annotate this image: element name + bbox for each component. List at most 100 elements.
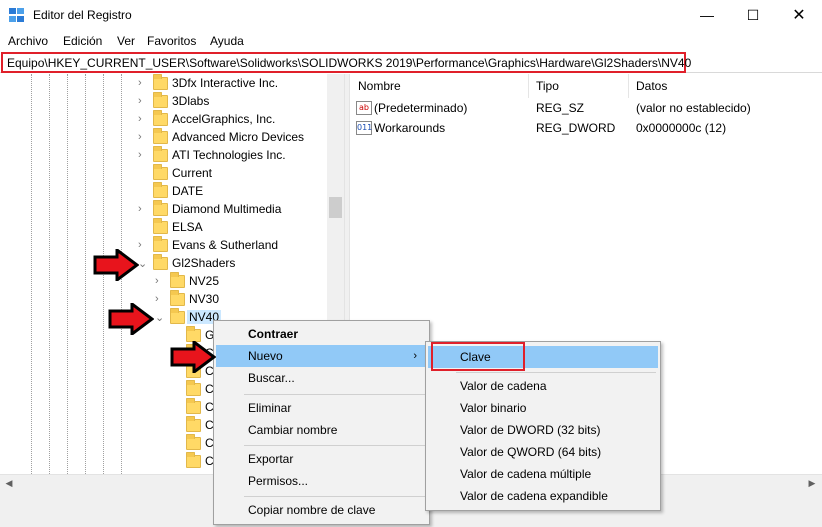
folder-icon <box>186 434 201 450</box>
tree-item-label: Current <box>172 166 213 180</box>
folder-icon <box>153 236 168 252</box>
menu-item-exportar[interactable]: Exportar <box>216 448 427 470</box>
folder-icon <box>170 272 185 288</box>
annotation-arrow-icon <box>108 303 154 335</box>
tree-item-label: DATE <box>172 184 204 198</box>
expand-arrow-icon[interactable]: › <box>155 275 159 287</box>
folder-icon <box>170 308 185 324</box>
value-type: REG_SZ <box>536 101 585 115</box>
tree-item-label: 3Dlabs <box>172 94 210 108</box>
tree-item-label: AccelGraphics, Inc. <box>172 112 276 126</box>
submenu-item-valor-qword[interactable]: Valor de QWORD (64 bits) <box>428 441 658 463</box>
submenu-item-valor-binario[interactable]: Valor binario <box>428 397 658 419</box>
tree-guide-line <box>85 74 86 474</box>
menu-bar: Archivo Edición Ver Favoritos Ayuda <box>0 31 822 51</box>
annotation-arrow-icon <box>93 249 139 281</box>
context-menu: Contraer Nuevo › Buscar... Eliminar Camb… <box>213 320 430 525</box>
tree-guide-line <box>31 74 32 474</box>
menu-item-buscar[interactable]: Buscar... <box>216 367 427 389</box>
binary-value-icon: 011 <box>356 121 372 135</box>
folder-icon <box>153 92 168 108</box>
folder-icon <box>153 164 168 180</box>
menu-separator <box>244 496 425 497</box>
column-header-type[interactable]: Tipo <box>536 74 559 98</box>
tree-item-label: Gl2Shaders <box>172 256 236 270</box>
tree-item-label: Advanced Micro Devices <box>172 130 305 144</box>
folder-icon <box>153 254 168 270</box>
column-divider[interactable] <box>628 74 629 98</box>
minimize-button[interactable]: — <box>684 0 730 31</box>
folder-icon <box>153 200 168 216</box>
scroll-thumb[interactable] <box>329 197 342 218</box>
folder-icon <box>153 218 168 234</box>
tree-item-label: 3Dfx Interactive Inc. <box>172 76 279 90</box>
collapse-arrow-icon[interactable]: ⌄ <box>138 257 147 270</box>
menu-item-eliminar[interactable]: Eliminar <box>216 397 427 419</box>
folder-icon <box>153 74 168 90</box>
column-divider[interactable] <box>528 74 529 98</box>
menu-archivo[interactable]: Archivo <box>8 34 48 48</box>
menu-item-cambiar-nombre[interactable]: Cambiar nombre <box>216 419 427 441</box>
value-data: 0x0000000c (12) <box>636 121 727 135</box>
folder-icon <box>186 416 201 432</box>
menu-item-permisos[interactable]: Permisos... <box>216 470 427 492</box>
submenu-item-valor-cadena[interactable]: Valor de cadena <box>428 375 658 397</box>
folder-icon <box>186 398 201 414</box>
title-bar: Editor del Registro — ☐ ✕ <box>0 0 822 31</box>
value-name: Workarounds <box>374 121 446 135</box>
submenu-item-valor-multiple[interactable]: Valor de cadena múltiple <box>428 463 658 485</box>
expand-arrow-icon[interactable]: › <box>138 203 142 215</box>
list-row[interactable]: 011 Workarounds REG_DWORD 0x0000000c (12… <box>356 119 816 139</box>
value-data: (valor no establecido) <box>636 101 751 115</box>
scroll-left-icon[interactable]: ◀ <box>1 476 17 491</box>
clave-highlight-box <box>431 342 525 371</box>
expand-arrow-icon[interactable]: › <box>138 149 142 161</box>
expand-arrow-icon[interactable]: › <box>155 293 159 305</box>
menu-separator <box>244 394 425 395</box>
maximize-button[interactable]: ☐ <box>730 0 776 31</box>
menu-item-label: Nuevo <box>248 349 283 363</box>
close-button[interactable]: ✕ <box>776 0 822 31</box>
tree-item-label: Diamond Multimedia <box>172 202 282 216</box>
address-path[interactable]: Equipo\HKEY_CURRENT_USER\Software\Solidw… <box>7 56 691 70</box>
column-header-data[interactable]: Datos <box>636 74 667 98</box>
expand-arrow-icon[interactable]: › <box>138 77 142 89</box>
tree-item-label: Evans & Sutherland <box>172 238 279 252</box>
folder-icon <box>170 290 185 306</box>
address-bar[interactable]: Equipo\HKEY_CURRENT_USER\Software\Solidw… <box>0 51 822 73</box>
menu-item-copiar-nombre[interactable]: Copiar nombre de clave <box>216 499 427 521</box>
value-name: (Predeterminado) <box>374 101 468 115</box>
menu-separator <box>456 372 656 373</box>
tree-item-label: ATI Technologies Inc. <box>172 148 286 162</box>
folder-icon <box>153 182 168 198</box>
submenu-arrow-icon: › <box>413 350 417 362</box>
collapse-arrow-icon[interactable]: ⌄ <box>155 311 164 324</box>
menu-ver[interactable]: Ver <box>117 34 135 48</box>
list-row[interactable]: ab (Predeterminado) REG_SZ (valor no est… <box>356 99 816 119</box>
menu-ayuda[interactable]: Ayuda <box>210 34 244 48</box>
tree-item-label: NV25 <box>189 274 220 288</box>
expand-arrow-icon[interactable]: › <box>138 95 142 107</box>
scroll-right-icon[interactable]: ▶ <box>804 476 820 491</box>
menu-favoritos[interactable]: Favoritos <box>147 34 196 48</box>
annotation-arrow-icon <box>170 341 216 373</box>
registry-editor-icon <box>9 8 24 22</box>
submenu-item-valor-expandible[interactable]: Valor de cadena expandible <box>428 485 658 507</box>
tree-item-label: ELSA <box>172 220 203 234</box>
tree-guide-line <box>49 74 50 474</box>
folder-icon <box>153 110 168 126</box>
window-title: Editor del Registro <box>33 8 132 22</box>
folder-icon <box>186 380 201 396</box>
menu-item-contraer[interactable]: Contraer <box>216 323 427 345</box>
folder-icon <box>153 128 168 144</box>
expand-arrow-icon[interactable]: › <box>138 113 142 125</box>
submenu-item-valor-dword[interactable]: Valor de DWORD (32 bits) <box>428 419 658 441</box>
menu-separator <box>244 445 425 446</box>
column-header-name[interactable]: Nombre <box>358 74 401 98</box>
menu-item-nuevo[interactable]: Nuevo › <box>216 345 427 367</box>
folder-icon <box>153 146 168 162</box>
value-type: REG_DWORD <box>536 121 616 135</box>
menu-edicion[interactable]: Edición <box>63 34 102 48</box>
expand-arrow-icon[interactable]: › <box>138 131 142 143</box>
tree-guide-line <box>67 74 68 474</box>
